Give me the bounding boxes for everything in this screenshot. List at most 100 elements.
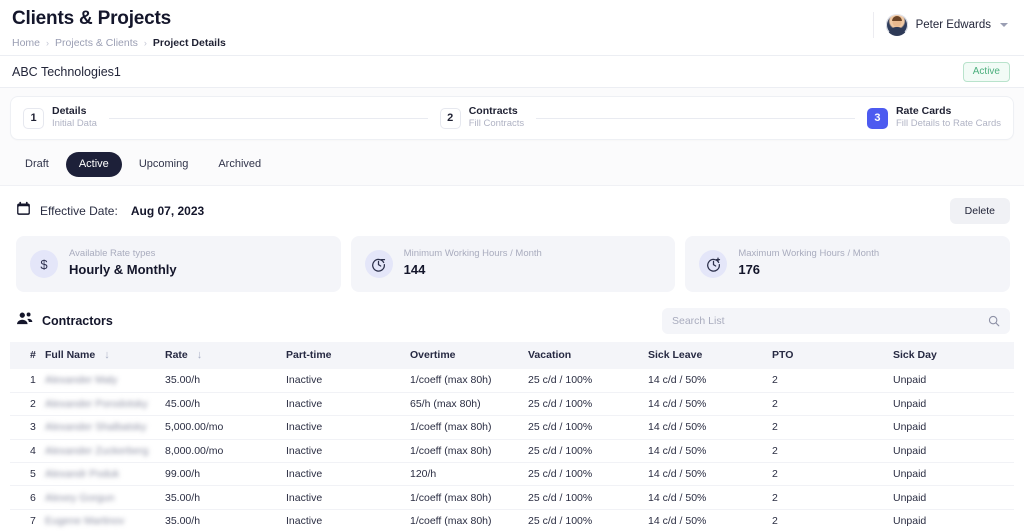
cell-vacation: 25 c/d / 100% <box>528 392 648 417</box>
cell-sick-day: Unpaid <box>893 462 1014 487</box>
cell-overtime: 65/h (max 80h) <box>410 392 528 417</box>
step-sublabel: Fill Details to Rate Cards <box>895 118 1002 130</box>
cell-vacation: 25 c/d / 100% <box>528 439 648 464</box>
breadcrumb-item-home[interactable]: Home <box>12 37 40 49</box>
calendar-icon <box>16 201 31 221</box>
cell-full-name: Alexander Maly <box>45 369 165 393</box>
cell-sick-leave: 14 c/d / 50% <box>648 462 772 487</box>
step-details[interactable]: 1 Details Initial Data <box>23 105 97 130</box>
cell-sick-leave: 14 c/d / 50% <box>648 509 772 531</box>
step-sublabel: Initial Data <box>52 118 97 130</box>
cell-full-name: Alexander Zuckerberg <box>45 439 165 464</box>
column-header-sick-leave: Sick Leave <box>648 342 772 369</box>
table-row[interactable]: 2 Alexander Porodotsky 45.00/h Inactive 65/h… <box>10 392 1014 417</box>
cell-rate: 5,000.00/mo <box>165 415 286 440</box>
column-header-full-name[interactable]: Full Name ↓ <box>45 342 165 369</box>
column-label: Sick Day <box>893 349 937 361</box>
dollar-icon: $ <box>30 250 58 278</box>
cell-part-time: Inactive <box>286 415 410 440</box>
cell-index: 2 <box>10 392 45 417</box>
contractors-table-wrap: # Full Name ↓ Rate ↓ Part-time Overtime … <box>0 342 1024 531</box>
table-row[interactable]: 1 Alexander Maly 35.00/h Inactive 1/coeff (m… <box>10 369 1014 393</box>
column-label: Part-time <box>286 349 332 361</box>
cell-rate: 8,000.00/mo <box>165 439 286 464</box>
cell-full-name: Eugene Martinov <box>45 509 165 531</box>
cell-pto: 2 <box>772 415 893 440</box>
table-row[interactable]: 6 Alexey Gorgun 35.00/h Inactive 1/coeff (ma… <box>10 485 1014 510</box>
cell-rate: 35.00/h <box>165 485 286 510</box>
cell-sick-day: Unpaid <box>893 392 1014 417</box>
cell-sick-day: Unpaid <box>893 485 1014 510</box>
step-rate-cards[interactable]: 3 Rate Cards Fill Details to Rate Cards <box>866 105 1001 130</box>
top-bar: Clients & Projects Home › Projects & Cli… <box>0 0 1024 56</box>
avatar <box>885 14 908 36</box>
user-menu[interactable]: Peter Edwards <box>872 6 1010 38</box>
info-card-max-hours: Maximum Working Hours / Month 176 <box>685 236 1011 292</box>
column-header-index: # <box>10 342 45 369</box>
step-sublabel: Fill Contracts <box>468 118 525 130</box>
cell-overtime: 1/coeff (max 80h) <box>410 369 528 393</box>
table-row[interactable]: 4 Alexander Zuckerberg 8,000.00/mo Inactive… <box>10 439 1014 464</box>
cell-pto: 2 <box>772 509 893 531</box>
cell-sick-day: Unpaid <box>893 415 1014 440</box>
breadcrumb-item-projects-clients[interactable]: Projects & Clients <box>55 37 138 49</box>
column-header-pto: PTO <box>772 342 893 369</box>
page-title: Clients & Projects <box>12 8 172 29</box>
cell-vacation: 25 c/d / 100% <box>528 509 648 531</box>
tab-active[interactable]: Active <box>65 152 122 177</box>
column-header-rate[interactable]: Rate ↓ <box>165 342 286 369</box>
cell-sick-day: Unpaid <box>893 509 1014 531</box>
info-card-text: Available Rate types Hourly & Monthly <box>69 248 177 279</box>
column-label: Rate <box>165 349 188 361</box>
cell-part-time: Inactive <box>286 392 410 417</box>
cell-index: 7 <box>10 509 45 531</box>
sort-desc-icon[interactable]: ↓ <box>197 349 203 361</box>
cell-sick-leave: 14 c/d / 50% <box>648 485 772 510</box>
step-contracts[interactable]: 2 Contracts Fill Contracts <box>439 105 525 130</box>
tab-draft[interactable]: Draft <box>12 152 62 177</box>
cell-full-name: Alexander Shalbatsky <box>45 415 165 440</box>
column-label: PTO <box>772 349 794 361</box>
cell-full-name: Alexandr Poduk <box>45 462 165 487</box>
redacted-name: Eugene Martinov <box>45 515 125 528</box>
sort-desc-icon[interactable]: ↓ <box>104 349 110 361</box>
cell-overtime: 1/coeff (max 80h) <box>410 439 528 464</box>
search-icon[interactable] <box>988 315 1000 327</box>
table-row[interactable]: 5 Alexandr Poduk 99.00/h Inactive 120/h 25 c/… <box>10 462 1014 487</box>
cell-index: 5 <box>10 462 45 487</box>
cell-overtime: 120/h <box>410 462 528 487</box>
info-card-value: 144 <box>403 261 426 277</box>
cell-sick-leave: 14 c/d / 50% <box>648 369 772 393</box>
table-row[interactable]: 3 Alexander Shalbatsky 5,000.00/mo Inactive… <box>10 415 1014 440</box>
cell-sick-leave: 14 c/d / 50% <box>648 439 772 464</box>
cell-index: 3 <box>10 415 45 440</box>
top-bar-left: Clients & Projects Home › Projects & Cli… <box>12 6 226 49</box>
cell-overtime: 1/coeff (max 80h) <box>410 509 528 531</box>
info-card-text: Maximum Working Hours / Month 176 <box>738 248 879 279</box>
column-header-sick-day: Sick Day <box>893 342 1014 369</box>
app-root: Clients & Projects Home › Projects & Cli… <box>0 0 1024 531</box>
step-text: Rate Cards Fill Details to Rate Cards <box>896 105 1001 130</box>
table-row[interactable]: 7 Eugene Martinov 35.00/h Inactive 1/coeff (… <box>10 509 1014 531</box>
info-card-value: 176 <box>738 261 761 277</box>
search-input[interactable] <box>672 315 988 327</box>
step-number: 1 <box>23 107 44 129</box>
cell-vacation: 25 c/d / 100% <box>528 485 648 510</box>
tab-archived[interactable]: Archived <box>205 152 274 177</box>
column-label: Sick Leave <box>648 349 703 361</box>
contractors-title-group: Contractors <box>16 311 113 331</box>
contractors-table-scroll[interactable]: # Full Name ↓ Rate ↓ Part-time Overtime … <box>10 342 1014 531</box>
table-header-row: # Full Name ↓ Rate ↓ Part-time Overtime … <box>10 342 1014 369</box>
cell-part-time: Inactive <box>286 485 410 510</box>
search-box[interactable] <box>662 308 1010 334</box>
column-label: Vacation <box>528 349 572 361</box>
tab-upcoming[interactable]: Upcoming <box>126 152 202 177</box>
info-card-title: Available Rate types <box>69 248 156 260</box>
table-body: 1 Alexander Maly 35.00/h Inactive 1/coeff (m… <box>10 369 1014 531</box>
divider <box>872 12 874 38</box>
chevron-down-icon[interactable] <box>1000 23 1008 27</box>
cell-overtime: 1/coeff (max 80h) <box>410 415 528 440</box>
effective-date-group: Effective Date: Aug 07, 2023 <box>16 201 204 221</box>
cell-index: 6 <box>10 485 45 510</box>
delete-button[interactable]: Delete <box>949 198 1010 224</box>
